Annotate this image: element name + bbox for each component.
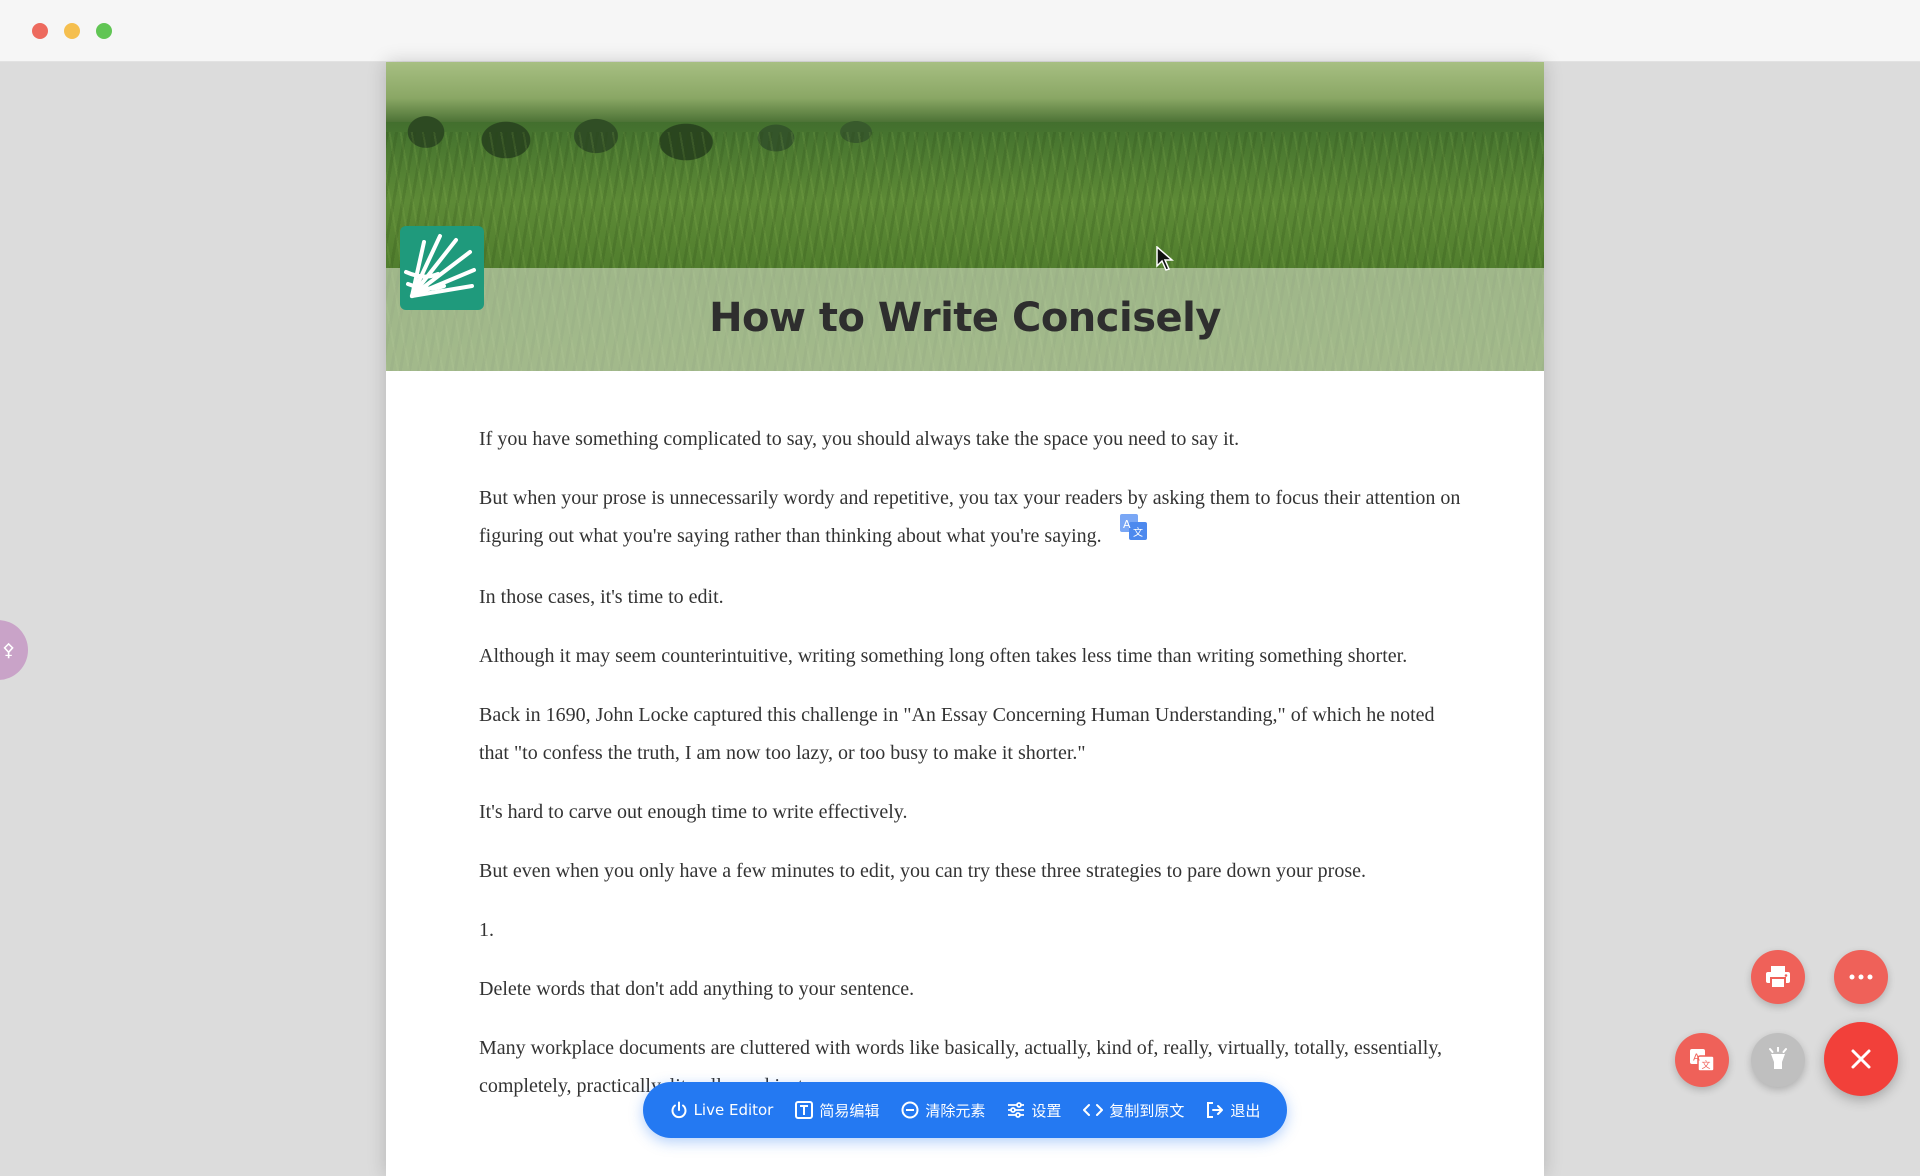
window-close-button[interactable] [32,23,48,39]
live-editor-button[interactable]: Live Editor [664,1101,780,1119]
list-number: 1. [479,918,494,941]
window-maximize-button[interactable] [96,23,112,39]
more-icon [1849,974,1873,980]
close-icon [1851,1049,1871,1069]
reader-view: How to Write Concisely If you have somet… [386,62,1544,1176]
svg-text:文: 文 [1133,526,1143,539]
translate-icon[interactable]: A文 [1119,513,1148,553]
paragraph: Back in 1690, John Locke captured this c… [479,703,1435,764]
exit-button[interactable]: 退出 [1200,1100,1266,1121]
article-body: If you have something complicated to say… [479,420,1469,1126]
lock-icon: ⚴ [2,640,16,660]
side-panel-handle[interactable]: ⚴ [0,620,28,680]
paragraph: Delete words that don't add anything to … [479,977,915,1000]
sliders-icon [1008,1102,1025,1118]
more-button[interactable] [1834,950,1888,1004]
simple-edit-button[interactable]: 简易编辑 [789,1100,885,1121]
mouse-cursor-icon [1156,246,1174,271]
translate-button[interactable]: A文 [1675,1033,1729,1087]
paragraph: Although it may seem counterintuitive, w… [479,644,1408,667]
settings-button[interactable]: 设置 [1001,1100,1067,1121]
hero-banner: How to Write Concisely [386,62,1544,371]
window-titlebar [0,0,1920,62]
exit-icon [1207,1102,1224,1118]
article-title: How to Write Concisely [709,295,1221,341]
translate-icon: A文 [1690,1049,1715,1072]
print-button[interactable] [1751,950,1805,1004]
svg-text:文: 文 [1702,1059,1711,1071]
paragraph: In those cases, it's time to edit. [479,585,724,608]
paragraph: It's hard to carve out enough time to wr… [479,800,908,823]
remove-element-button[interactable]: 清除元素 [895,1100,991,1121]
text-box-icon [795,1101,814,1119]
focus-mode-button[interactable] [1751,1033,1805,1087]
window-minimize-button[interactable] [64,23,80,39]
lightbulb-icon [1769,1047,1787,1069]
paragraph: But even when you only have a few minute… [479,859,1366,882]
svg-text:A: A [1693,1053,1700,1064]
copy-to-original-button[interactable]: 复制到原文 [1077,1100,1190,1121]
code-icon [1083,1104,1104,1116]
paragraph: But when your prose is unnecessarily wor… [479,479,1469,557]
close-reader-button[interactable] [1824,1022,1898,1096]
editor-toolbar: Live Editor 简易编辑 清除元素 设置 复制到原文 退出 [643,1082,1287,1138]
minus-circle-icon [901,1101,919,1119]
paragraph: If you have something complicated to say… [479,428,1240,450]
power-icon [671,1101,687,1119]
svg-text:A: A [1123,518,1131,531]
printer-icon [1766,966,1790,989]
